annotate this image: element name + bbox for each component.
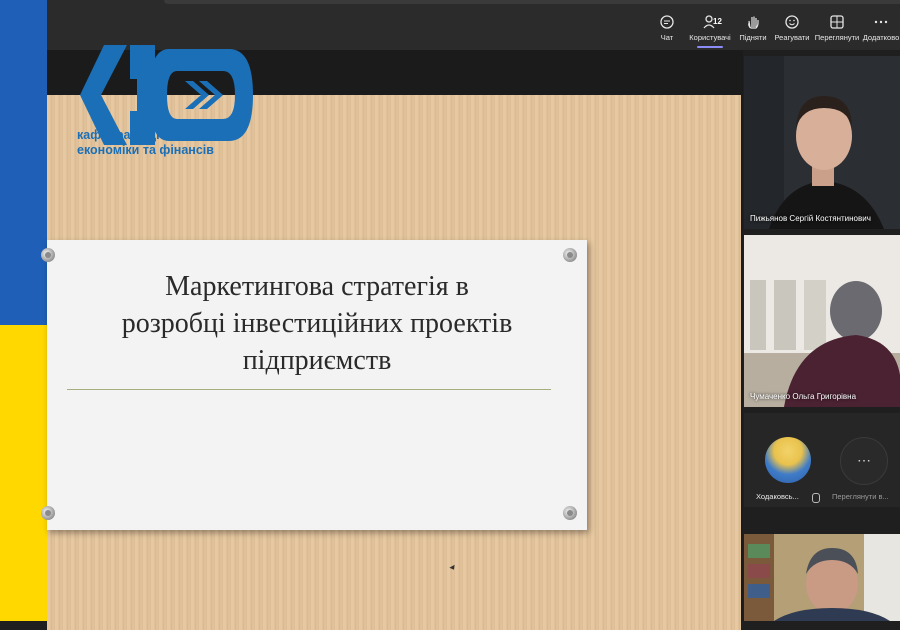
avatar[interactable]	[765, 437, 811, 483]
ellipsis-icon: ⋯	[857, 452, 871, 468]
title-strip	[164, 0, 900, 4]
mic-off-icon	[812, 493, 820, 503]
more-participants-button[interactable]: ⋯	[840, 437, 888, 485]
raise-hand-label: Підняти	[739, 33, 767, 42]
department-name: кафедра національної економіки та фінанс…	[77, 128, 216, 158]
layout-icon	[830, 15, 844, 29]
chat-icon	[660, 15, 674, 29]
participant-video-icon	[744, 56, 900, 229]
participant-avatar-row: Ходаковсь... ⋯ Переглянути в...	[744, 413, 900, 507]
title-underline	[67, 389, 551, 390]
participant-name: Пижьянов Сергій Костянтинович	[750, 214, 871, 223]
participant-video-icon	[744, 235, 900, 407]
flag-blue-stripe	[0, 0, 47, 325]
react-button[interactable]: Реагувати	[767, 14, 817, 42]
react-label: Реагувати	[774, 33, 810, 42]
participant-name: Чумаченко Ольга Григорівна	[750, 392, 857, 401]
view-button[interactable]: Переглянути	[812, 14, 862, 42]
more-button[interactable]: Додатково	[859, 14, 900, 42]
screw-icon	[563, 248, 577, 262]
participant-name: Ходаковсь...	[756, 492, 799, 501]
title-line: розробці інвестиційних проектів	[121, 308, 513, 339]
logo-line: кафедра національної	[77, 128, 217, 142]
view-label: Переглянути	[814, 33, 860, 42]
screw-icon	[563, 506, 577, 520]
shared-screen: Маркетингова стратегія в розробці інвест…	[41, 45, 743, 630]
slide-title: Маркетингова стратегія в розробці інвест…	[67, 268, 567, 379]
users-label: Користувачі	[689, 33, 731, 42]
participant-video-tile[interactable]	[744, 534, 900, 621]
logo-line: економіки та фінансів	[77, 143, 214, 157]
title-line: Маркетингова стратегія в	[165, 271, 469, 302]
chat-label: Чат	[660, 33, 674, 42]
participant-video-icon	[744, 534, 900, 621]
participant-video-tile[interactable]: Чумаченко Ольга Григорівна	[744, 235, 900, 407]
active-tab-indicator	[697, 46, 723, 48]
participant-video-tile[interactable]: Пижьянов Сергій Костянтинович	[744, 56, 900, 229]
title-line: підприємств	[242, 345, 392, 376]
more-label: Додатково	[862, 33, 900, 42]
participants-panel: Пижьянов Сергій Костянтинович Чумаченко …	[743, 50, 900, 621]
title-panel: Маркетингова стратегія в розробці інвест…	[41, 240, 587, 530]
screw-icon	[41, 248, 55, 262]
hand-icon	[748, 16, 759, 29]
flag-yellow-stripe	[0, 325, 47, 621]
screw-icon	[41, 506, 55, 520]
presentation-slide: Маркетингова стратегія в розробці інвест…	[41, 95, 741, 630]
users-count: 12	[713, 17, 722, 26]
meeting-toolbar: Чат 12 Користувачі Підняти Реагувати Пер…	[47, 0, 900, 50]
more-dots-icon	[874, 20, 888, 24]
smiley-icon	[785, 15, 799, 29]
mouse-cursor-icon	[449, 564, 457, 572]
view-all-label[interactable]: Переглянути в...	[832, 492, 889, 501]
